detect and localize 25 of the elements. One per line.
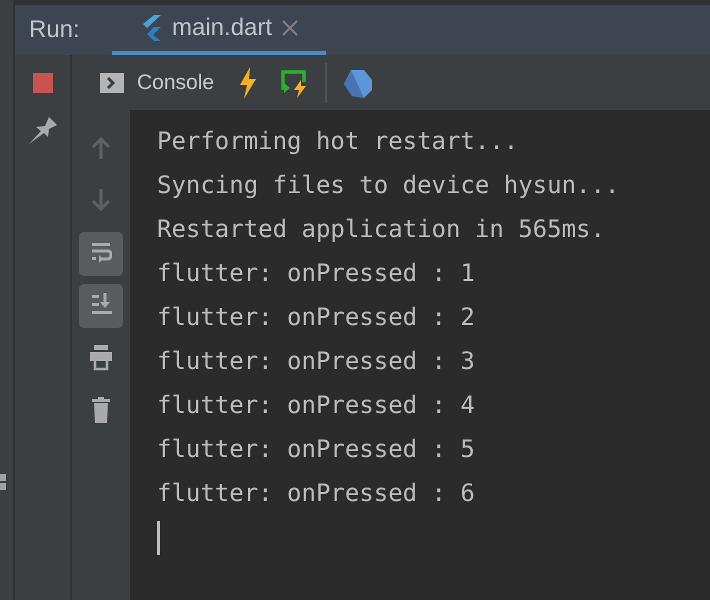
console-line: flutter: onPressed : 6	[157, 478, 476, 509]
pin-icon[interactable]	[28, 115, 56, 145]
run-label: Run:	[29, 15, 81, 45]
close-icon[interactable]	[282, 20, 298, 36]
printer-icon[interactable]	[90, 345, 112, 371]
lightning-icon[interactable]	[238, 66, 258, 98]
console-line: Syncing files to device hysun...	[157, 170, 620, 201]
console-line: Performing hot restart...	[157, 126, 520, 157]
console-line: flutter: onPressed : 1	[157, 258, 476, 289]
console-line: Restarted application in 565ms.	[157, 214, 606, 245]
soft-wrap-toggle[interactable]	[79, 232, 123, 276]
console-tab[interactable]: Console	[137, 66, 214, 98]
structure-icon[interactable]	[0, 474, 6, 490]
console-line: flutter: onPressed : 2	[157, 302, 476, 333]
dart-devtools-icon[interactable]	[344, 68, 372, 98]
scroll-to-end-toggle[interactable]	[79, 284, 123, 328]
console-line: flutter: onPressed : 4	[157, 390, 476, 421]
tab-label: main.dart	[172, 13, 272, 43]
trash-icon[interactable]	[90, 397, 112, 423]
text-cursor	[157, 521, 160, 555]
console-icon	[100, 72, 124, 92]
stop-icon[interactable]	[32, 73, 52, 93]
restart-icon[interactable]	[280, 68, 308, 98]
console-line: flutter: onPressed : 5	[157, 434, 476, 465]
console-line: flutter: onPressed : 3	[157, 346, 476, 377]
